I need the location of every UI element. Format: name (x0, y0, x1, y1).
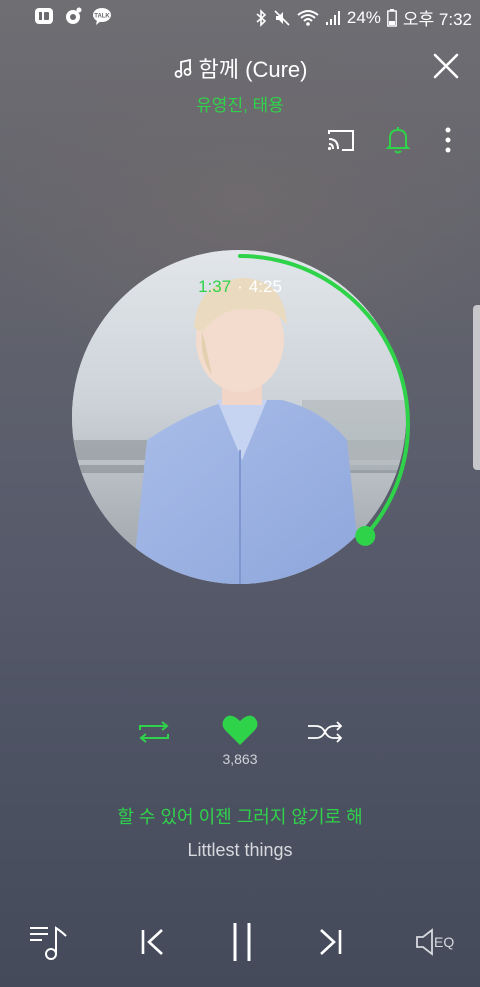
music-note-icon (174, 58, 191, 78)
wifi-icon (297, 9, 319, 26)
pause-button[interactable] (229, 921, 255, 963)
eq-button[interactable]: EQ (415, 926, 457, 958)
bluetooth-icon (256, 8, 267, 27)
like-count: 3,863 (222, 751, 258, 767)
close-button[interactable] (430, 50, 462, 82)
progress-arc (238, 254, 410, 538)
time-separator: · (237, 277, 243, 296)
bell-icon[interactable] (385, 125, 411, 155)
previous-button[interactable] (138, 926, 168, 958)
battery-percent: 24% (346, 7, 381, 27)
battery-icon (387, 8, 397, 27)
next-button[interactable] (315, 926, 345, 958)
kakaotalk-icon: TALK (93, 8, 111, 25)
song-title-text: 함께 (Cure) (198, 57, 308, 82)
heart-icon[interactable] (221, 712, 259, 748)
repeat-button[interactable] (136, 718, 172, 746)
song-title: 함께 (Cure) (0, 52, 480, 84)
clock: 오후 7:32 (402, 10, 472, 29)
time-total: 4:25 (248, 277, 282, 296)
time-display: 1:37 · 4:25 (0, 277, 480, 297)
more-options-button[interactable] (440, 125, 456, 155)
chat-app-icon (66, 7, 82, 24)
shuffle-button[interactable] (306, 718, 344, 746)
cast-button[interactable] (326, 127, 356, 153)
signal-icon (325, 10, 340, 25)
playlist-icon[interactable] (28, 922, 68, 962)
lyric-next-line[interactable]: Littlest things (0, 840, 480, 861)
progress-ring[interactable] (60, 244, 420, 604)
mute-icon (274, 9, 290, 26)
line-app-icon (35, 8, 53, 24)
eq-label: EQ (434, 934, 455, 950)
artist-name[interactable]: 유영진, 태용 (0, 91, 480, 116)
svg-text:TALK: TALK (94, 14, 110, 20)
edge-panel-handle[interactable] (473, 305, 480, 470)
progress-knob[interactable] (355, 525, 376, 546)
status-bar: TALK 24% 오후 7:32 (0, 0, 480, 34)
lyric-current-line[interactable]: 할 수 있어 이젠 그러지 않기로 해 (0, 803, 480, 829)
time-elapsed: 1:37 (198, 277, 232, 296)
album-art-container[interactable] (60, 244, 420, 604)
